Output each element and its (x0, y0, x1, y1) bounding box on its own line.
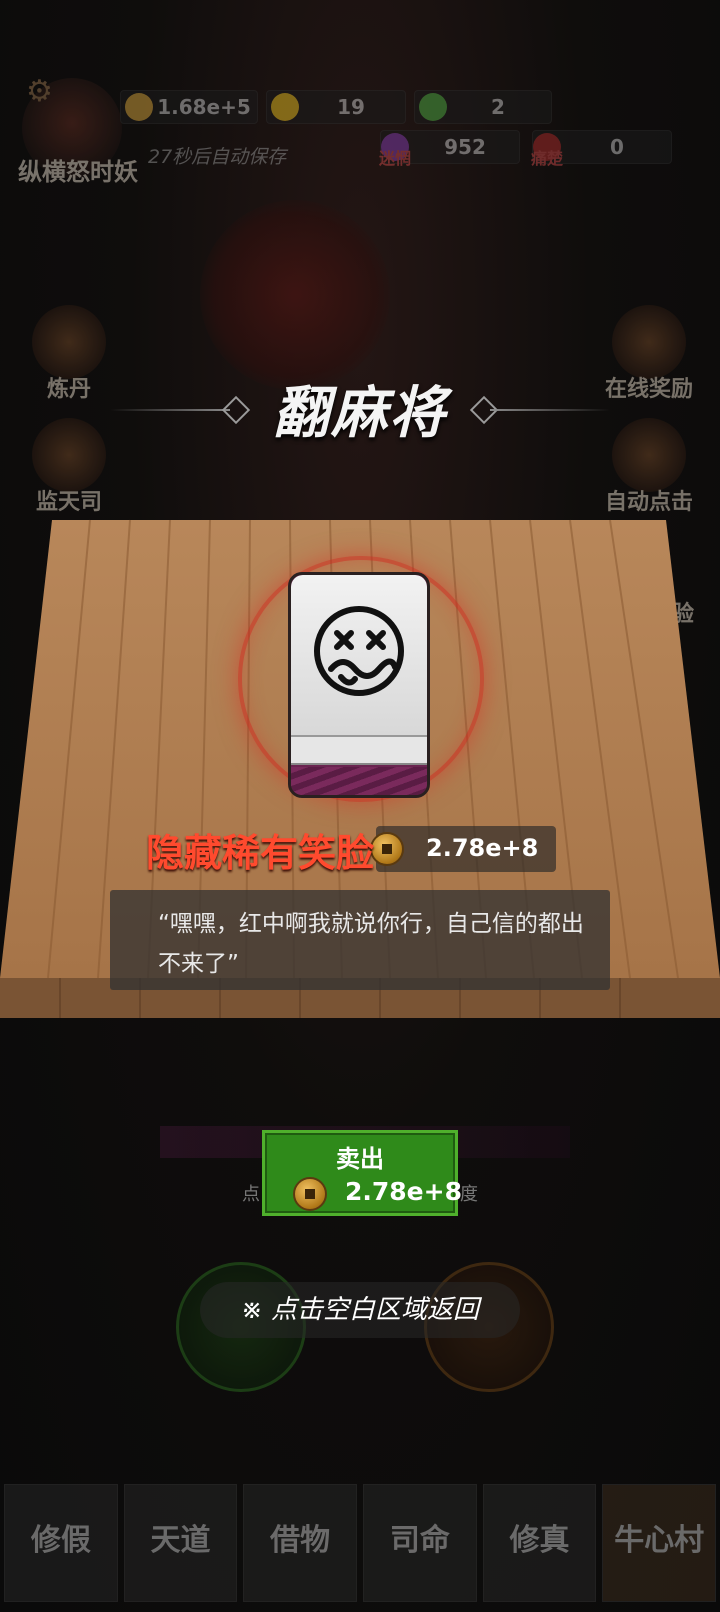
smiley-face-icon (314, 606, 404, 696)
side-button-label: 监天司 (35, 490, 102, 515)
tile-value: 2.78e+8 (426, 834, 539, 862)
resource-value: 1.68e+5 (157, 95, 251, 119)
resource-value: 19 (337, 95, 365, 119)
nav-tab[interactable]: 天道 (123, 1484, 238, 1602)
resource-pain: 痛楚 0 (531, 130, 672, 168)
tile-side (291, 735, 427, 765)
tile-quote: “嘿嘿，红中啊我就说你行，自己信的都出不来了” (110, 890, 610, 990)
player-name: 纵横怒时妖 (18, 158, 138, 186)
resource-jade: 2 (414, 90, 552, 124)
nav-tab[interactable]: 牛心村 (602, 1484, 717, 1602)
nav-tab[interactable]: 修假 (4, 1484, 118, 1602)
resource-confusion: 迷惘 952 (379, 130, 520, 168)
dialog-title-row: 翻麻将 (0, 368, 720, 448)
mahjong-tile (236, 556, 486, 826)
dialog-title: 翻麻将 (273, 381, 447, 446)
resource-value: 2 (491, 95, 505, 119)
resource-value: 952 (444, 135, 486, 159)
coin-icon (370, 832, 404, 866)
tile-name: 隐藏稀有笑脸 (146, 831, 375, 875)
nav-tab[interactable]: 修真 (482, 1484, 597, 1602)
sell-value: 2.78e+8 (345, 1177, 462, 1206)
gear-icon[interactable]: ⚙ (26, 74, 53, 109)
background-red-sun (200, 200, 390, 390)
tap-to-return-hint[interactable]: ※ 点击空白区域返回 (200, 1282, 520, 1338)
tile-value-box: 2.78e+8 (370, 826, 556, 872)
background-text-fragment: 点 (242, 1184, 260, 1205)
autosave-timer: 27秒后自动保存 (148, 146, 287, 168)
resource-energy: 19 (266, 90, 406, 124)
title-divider (490, 409, 610, 411)
resource-value: 0 (610, 135, 624, 159)
resource-coins: 1.68e+5 (120, 90, 258, 124)
sell-button[interactable]: 卖出 2.78e+8 (262, 1130, 462, 1216)
tile-body (288, 572, 430, 798)
coin-icon (293, 1177, 327, 1211)
background-text-fragment: 度 (460, 1184, 478, 1205)
top-status-bar: ⚙ 纵横怒时妖 1.68e+5 19 2 27秒后自动保存 迷惘 952 痛楚 … (0, 70, 720, 190)
bottom-nav: 修假 天道 借物 司命 修真 牛心村 (0, 1484, 720, 1602)
sell-label: 卖出 (336, 1145, 384, 1173)
tile-face (291, 575, 427, 735)
side-button-label: 自动点击 (604, 490, 693, 515)
nav-tab[interactable]: 借物 (243, 1484, 358, 1602)
tile-base (291, 767, 427, 795)
nav-tab[interactable]: 司命 (363, 1484, 477, 1602)
